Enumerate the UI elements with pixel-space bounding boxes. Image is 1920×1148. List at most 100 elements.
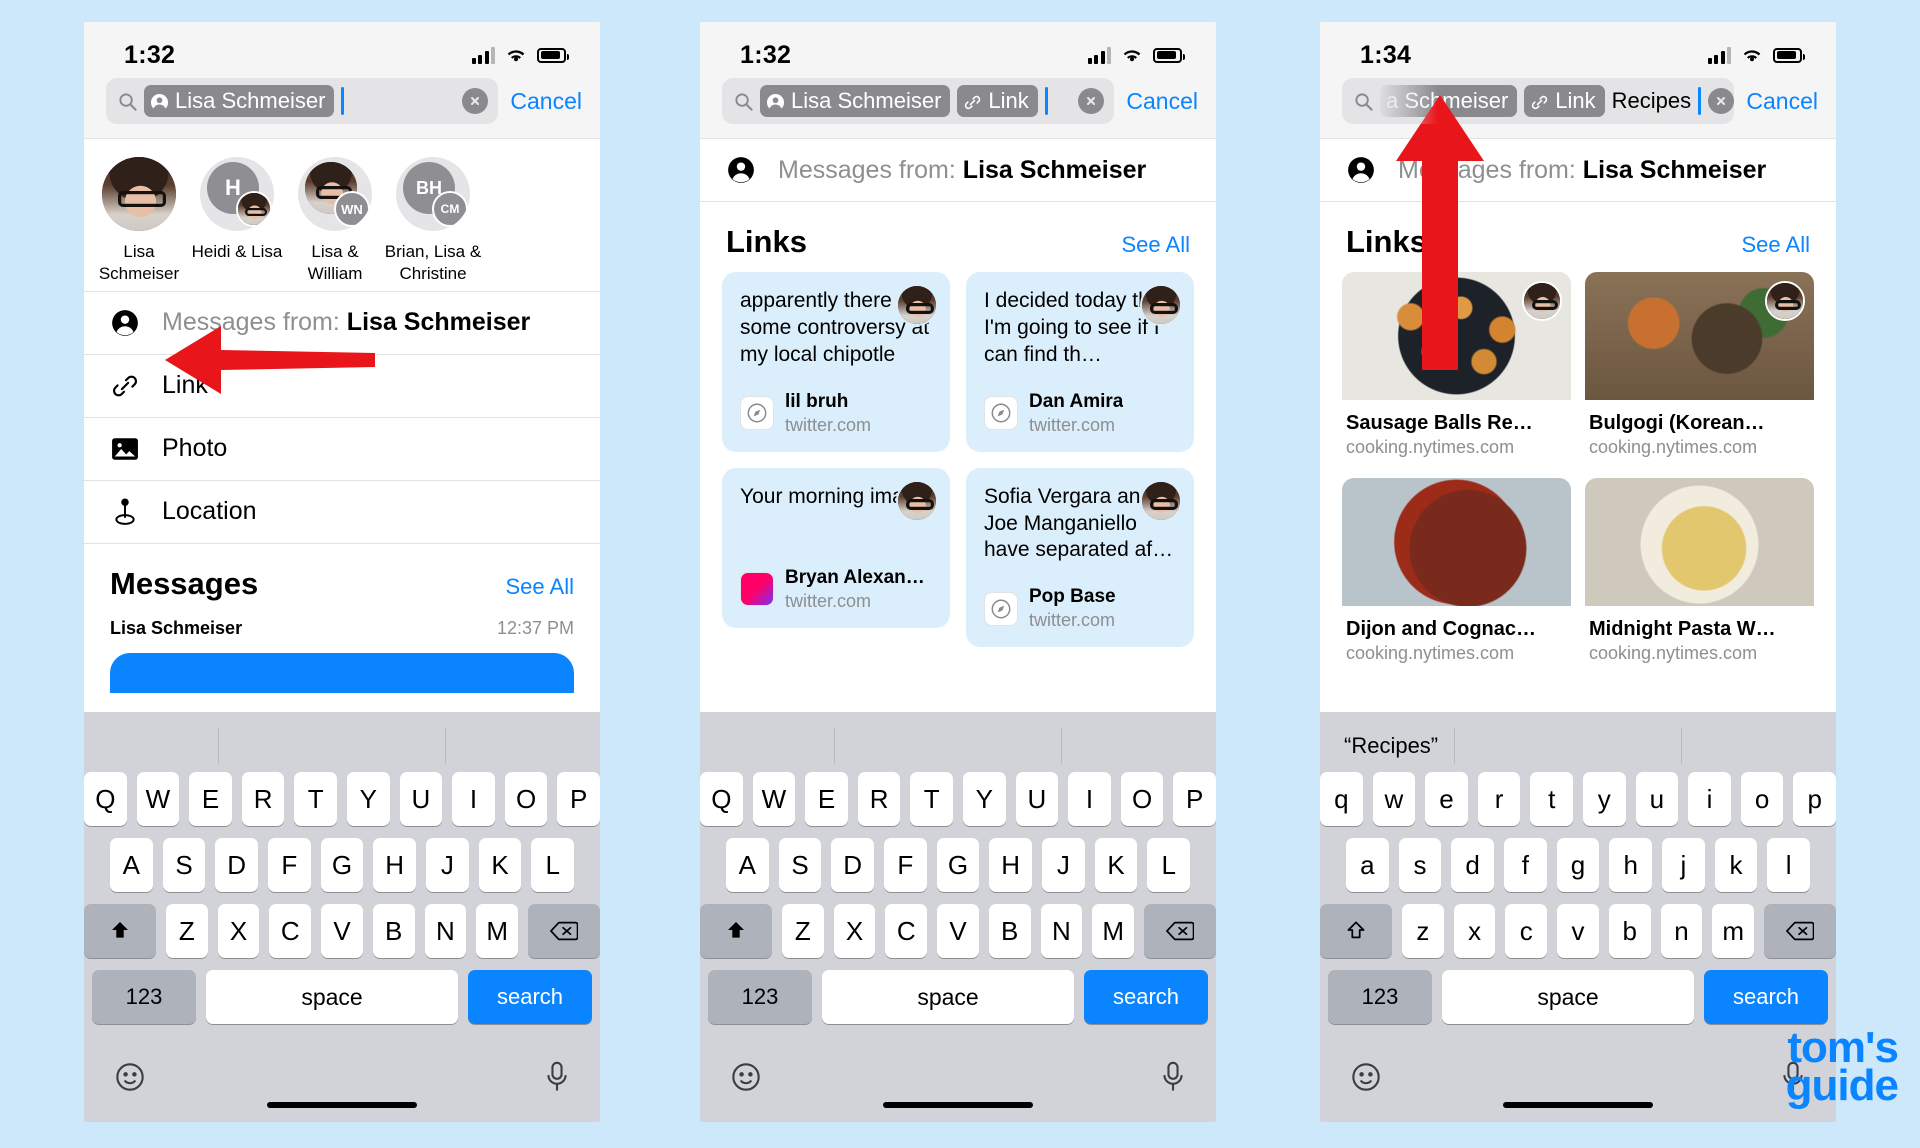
key[interactable]: E [805,772,848,826]
key[interactable]: r [1477,772,1521,826]
space-key[interactable]: space [1442,970,1694,1024]
shift-filled-icon[interactable] [84,904,156,958]
option-row-location[interactable]: Location [84,481,600,543]
key[interactable]: M [1092,904,1135,958]
key[interactable]: m [1712,904,1755,958]
key[interactable]: i [1688,772,1731,826]
key[interactable]: F [884,838,927,892]
messages-from-filter[interactable]: Messages from: Lisa Schmeiser [1320,139,1836,201]
key[interactable]: J [1042,838,1085,892]
key[interactable]: N [1040,904,1083,958]
see-all-link[interactable]: See All [1742,232,1811,258]
key[interactable]: D [215,838,258,892]
key[interactable]: C [885,904,928,958]
backspace-icon[interactable] [528,904,600,958]
key[interactable]: A [109,838,153,892]
key[interactable]: e [1425,772,1468,826]
messages-from-filter[interactable]: Messages from: Lisa Schmeiser [84,292,600,354]
key[interactable]: l [1767,838,1811,892]
key[interactable]: b [1608,904,1651,958]
option-row-photo[interactable]: Photo [84,418,600,480]
key[interactable]: N [424,904,467,958]
key[interactable]: K [478,838,522,892]
link-card[interactable]: Your morning image: Bryan Alexan… twitte… [722,467,950,628]
key[interactable]: Q [700,772,743,826]
microphone-icon[interactable] [544,1061,570,1098]
key[interactable]: X [217,904,260,958]
recipe-card[interactable]: Dijon and Cognac… cooking.nytimes.com [1342,478,1571,670]
key[interactable]: w [1372,772,1416,826]
key[interactable]: K [1094,838,1138,892]
cancel-button[interactable]: Cancel [508,88,582,115]
key[interactable]: R [857,772,901,826]
see-all-link[interactable]: See All [1122,232,1191,258]
message-list-item[interactable]: Lisa Schmeiser 12:37 PM [84,612,600,639]
recipe-card[interactable]: Sausage Balls Re… cooking.nytimes.com [1342,272,1571,464]
key[interactable]: O [1120,772,1164,826]
search-token-person[interactable]: Lisa Schmeiser [144,85,335,117]
key[interactable]: y [1583,772,1626,826]
key[interactable]: B [372,904,415,958]
key[interactable]: a [1345,838,1389,892]
emoji-icon[interactable] [730,1061,762,1098]
key[interactable]: P [1173,772,1216,826]
suggestion-text[interactable]: “Recipes” [1344,733,1438,759]
key[interactable]: G [320,838,364,892]
key[interactable]: T [910,772,953,826]
key[interactable]: H [373,838,417,892]
clear-search-button[interactable] [1708,88,1735,114]
emoji-icon[interactable] [1350,1061,1382,1098]
key[interactable]: d [1451,838,1494,892]
recipe-card[interactable]: Midnight Pasta W… cooking.nytimes.com [1585,478,1814,670]
key[interactable]: s [1398,838,1442,892]
key[interactable]: p [1793,772,1836,826]
numeric-key[interactable]: 123 [1328,970,1432,1024]
key[interactable]: R [241,772,285,826]
shift-filled-icon[interactable] [700,904,772,958]
key[interactable]: D [831,838,874,892]
search-token-link[interactable]: Link [1524,85,1605,117]
microphone-icon[interactable] [1160,1061,1186,1098]
key[interactable]: h [1609,838,1653,892]
key[interactable]: z [1401,904,1444,958]
key[interactable]: V [937,904,979,958]
key[interactable]: B [988,904,1031,958]
link-card[interactable]: apparently there some controversy at my … [722,272,950,452]
key[interactable]: n [1660,904,1703,958]
key[interactable]: L [1147,838,1191,892]
contact-item[interactable]: Lisa Schmeiser [90,157,188,285]
key[interactable]: W [752,772,796,826]
key[interactable]: q [1320,772,1363,826]
space-key[interactable]: space [206,970,458,1024]
search-token-person[interactable]: Lisa Schmeiser [760,85,951,117]
key[interactable]: Q [84,772,127,826]
search-key[interactable]: search [1084,970,1208,1024]
cancel-button[interactable]: Cancel [1744,88,1818,115]
key[interactable]: E [189,772,232,826]
key[interactable]: U [1015,772,1059,826]
key[interactable]: Z [781,904,824,958]
key[interactable]: Y [347,772,390,826]
key[interactable]: C [269,904,312,958]
clear-search-button[interactable] [462,88,489,114]
key[interactable]: P [557,772,600,826]
numeric-key[interactable]: 123 [92,970,196,1024]
search-input[interactable]: Lisa Schmeiser [106,78,499,124]
key[interactable]: U [399,772,443,826]
key[interactable]: W [136,772,180,826]
key[interactable]: L [531,838,575,892]
key[interactable]: c [1505,904,1548,958]
key[interactable]: X [833,904,876,958]
backspace-icon[interactable] [1144,904,1216,958]
option-row-link[interactable]: Link [84,355,600,417]
shift-outline-icon[interactable] [1320,904,1392,958]
key[interactable]: x [1453,904,1496,958]
contact-item[interactable]: H Heidi & Lisa [188,157,286,285]
key[interactable]: k [1714,838,1758,892]
key[interactable]: o [1740,772,1784,826]
space-key[interactable]: space [822,970,1074,1024]
backspace-icon[interactable] [1764,904,1836,958]
contact-item[interactable]: WN Lisa & William [286,157,384,285]
key[interactable]: u [1635,772,1679,826]
key[interactable]: S [778,838,822,892]
